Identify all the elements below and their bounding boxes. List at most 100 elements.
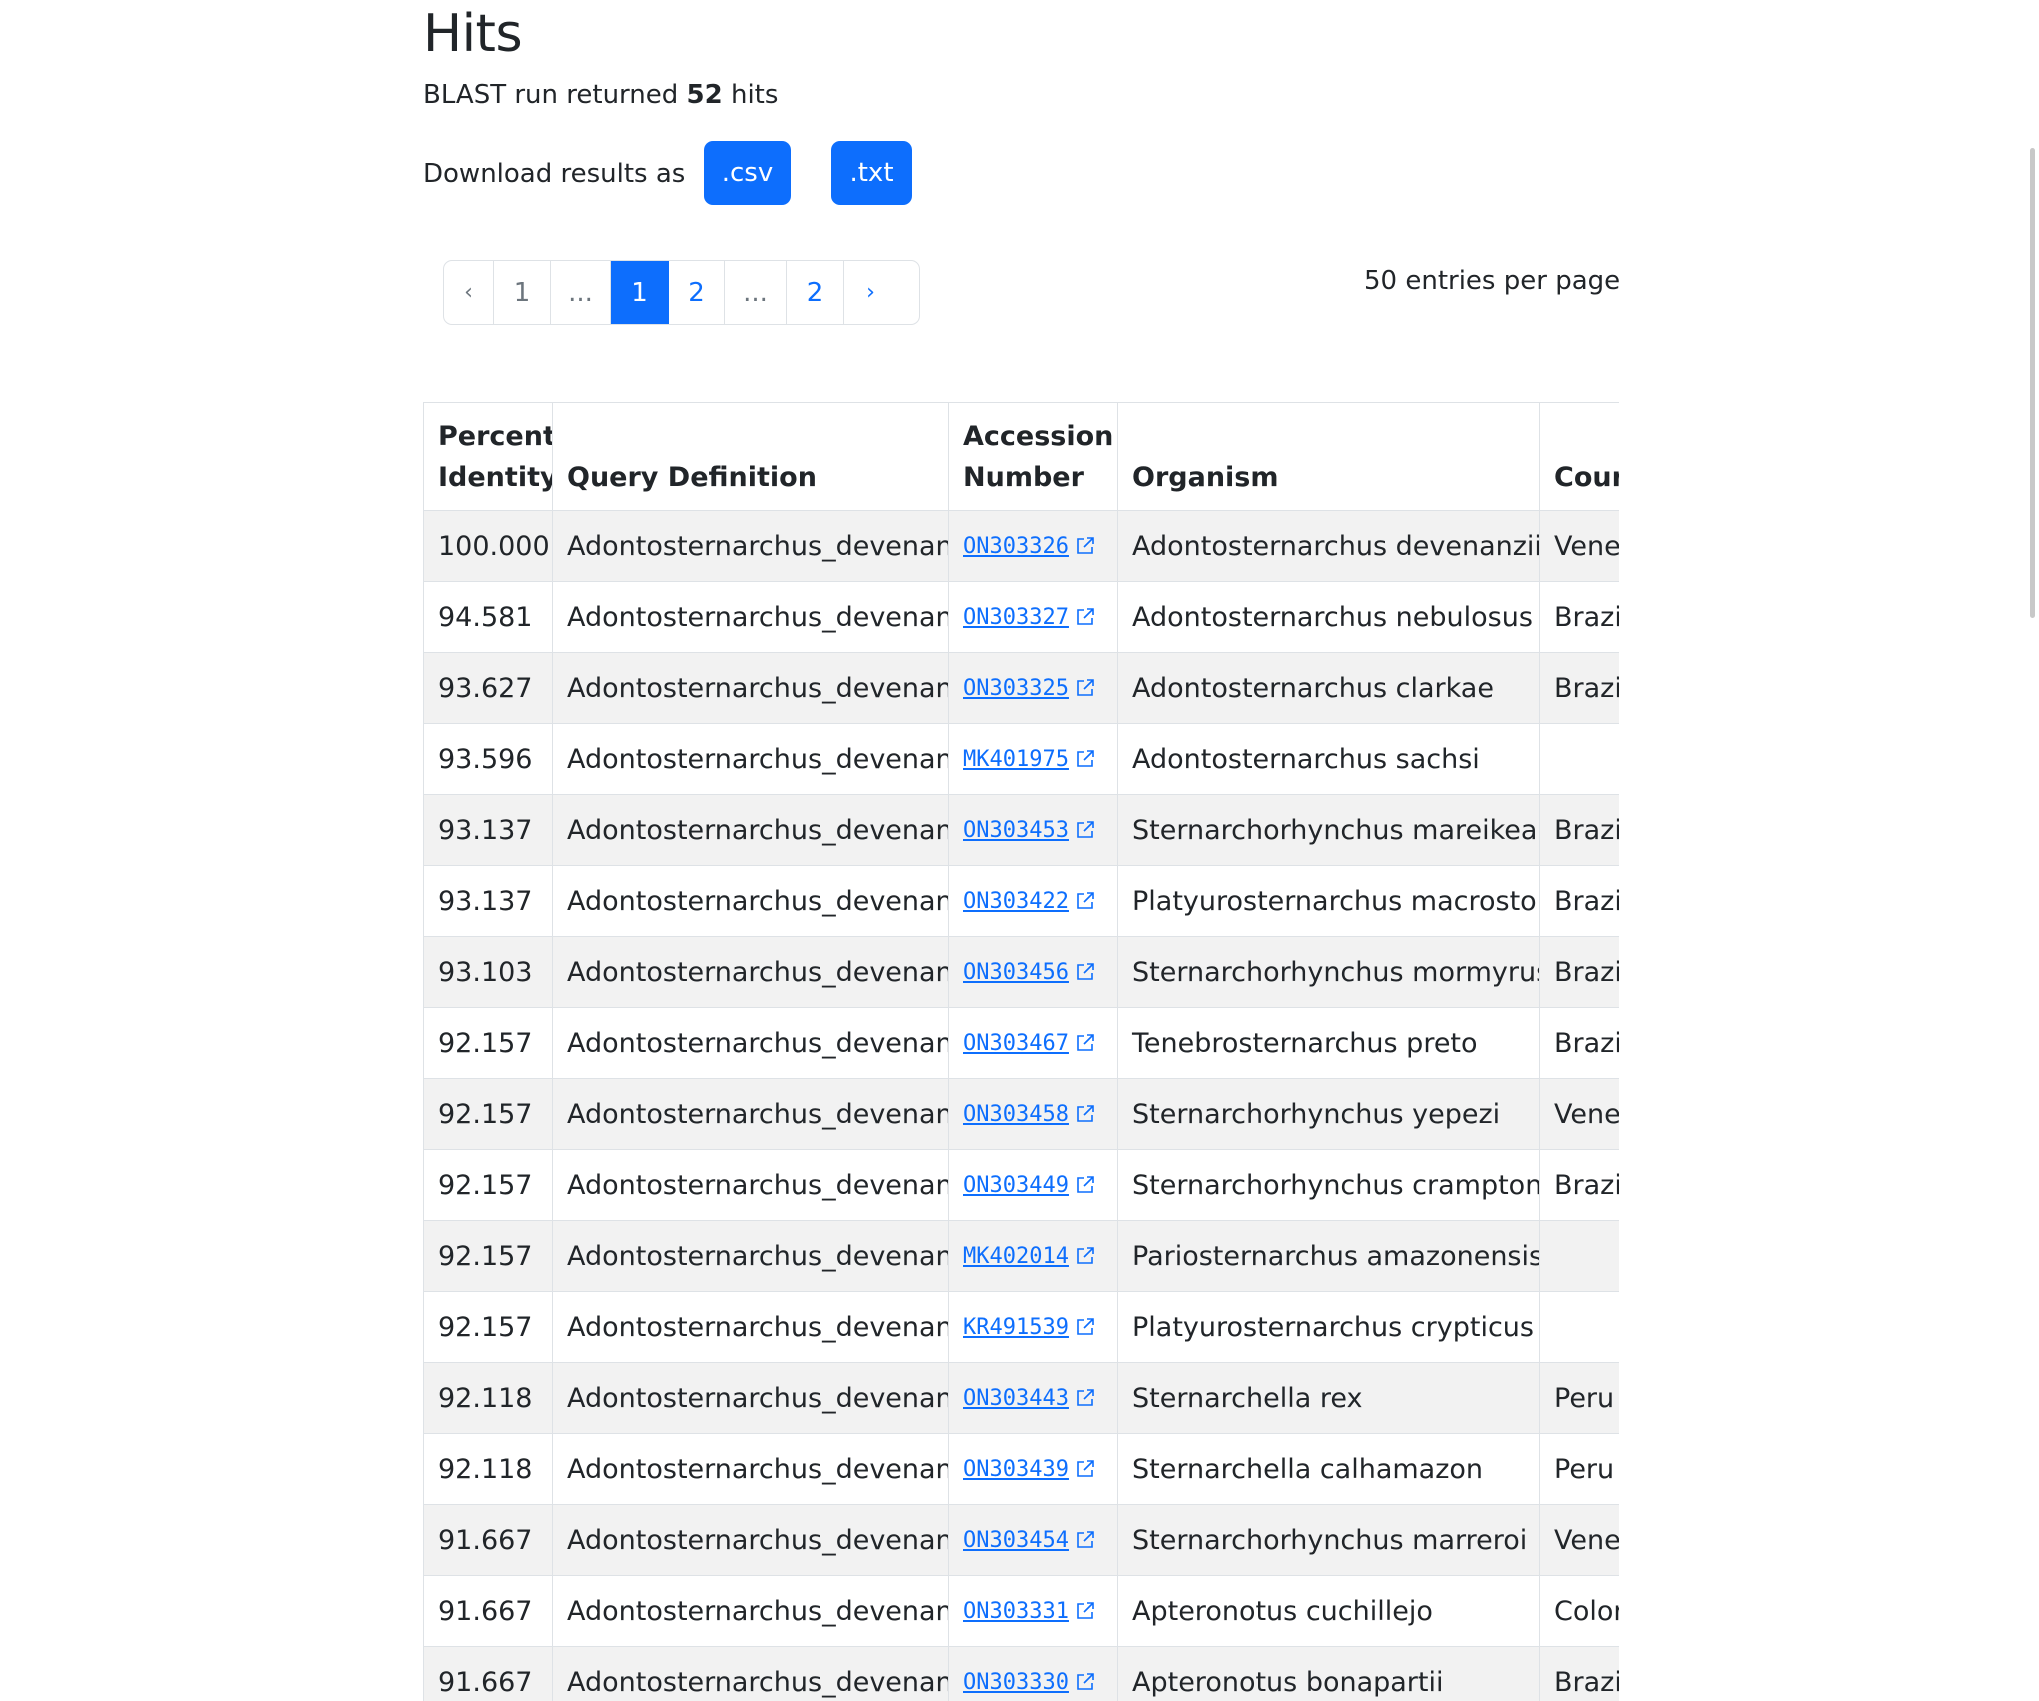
- cell-organism: Sternarchella rex: [1117, 1362, 1540, 1434]
- external-link-icon[interactable]: [1075, 1597, 1095, 1628]
- pagination-next[interactable]: ›: [844, 261, 897, 324]
- cell-accession: ON303422: [948, 865, 1118, 937]
- external-link-icon[interactable]: [1075, 958, 1095, 989]
- download-csv-button[interactable]: .csv: [704, 141, 791, 205]
- cell-organism: Sternarchorhynchus mormyrus: [1117, 936, 1540, 1008]
- cell-query-definition: Adontosternarchus_devenanzii: [552, 865, 949, 937]
- accession-link[interactable]: MK401975: [963, 747, 1069, 772]
- pagination-ellipsis: ...: [551, 261, 611, 324]
- accession-link[interactable]: ON303330: [963, 1670, 1069, 1695]
- pagination-first[interactable]: 1: [494, 261, 551, 324]
- table-row: 92.118 Adontosternarchus_devenanzii ON3034…: [423, 1362, 1619, 1434]
- cell-percent-identity: 93.137: [423, 865, 553, 937]
- cell-organism: Sternarchorhynchus yepezi: [1117, 1078, 1540, 1150]
- page-title: Hits: [423, 4, 523, 64]
- download-txt-button[interactable]: .txt: [831, 141, 912, 205]
- cell-percent-identity: 92.157: [423, 1220, 553, 1292]
- accession-link[interactable]: ON303325: [963, 676, 1069, 701]
- cell-percent-identity: 94.581: [423, 581, 553, 653]
- cell-country: Brazil: [1539, 1149, 1619, 1221]
- pagination-last[interactable]: 2: [787, 261, 844, 324]
- table-row: 91.667 Adontosternarchus_devenanzii ON3033…: [423, 1646, 1619, 1701]
- accession-link[interactable]: ON303456: [963, 960, 1069, 985]
- accession-link[interactable]: KR491539: [963, 1315, 1069, 1340]
- accession-link[interactable]: ON303454: [963, 1528, 1069, 1553]
- pagination-prev[interactable]: ‹: [444, 261, 494, 324]
- table-row: 94.581 Adontosternarchus_devenanzii ON3033…: [423, 581, 1619, 653]
- summary-prefix: BLAST run returned: [423, 80, 679, 110]
- header-organism[interactable]: Organism: [1117, 402, 1540, 511]
- external-link-icon[interactable]: [1075, 1313, 1095, 1344]
- cell-percent-identity: 93.103: [423, 936, 553, 1008]
- table-row: 92.157 Adontosternarchus_devenanzii KR4915…: [423, 1291, 1619, 1363]
- accession-link[interactable]: ON303449: [963, 1173, 1069, 1198]
- cell-organism: Platyurosternarchus crypticus: [1117, 1291, 1540, 1363]
- accession-link[interactable]: ON303458: [963, 1102, 1069, 1127]
- external-link-icon[interactable]: [1075, 532, 1095, 563]
- table-row: 93.137 Adontosternarchus_devenanzii ON3034…: [423, 865, 1619, 937]
- table-row: 92.118 Adontosternarchus_devenanzii ON3034…: [423, 1433, 1619, 1505]
- cell-query-definition: Adontosternarchus_devenanzii: [552, 794, 949, 866]
- cell-percent-identity: 91.667: [423, 1646, 553, 1701]
- external-link-icon[interactable]: [1075, 1242, 1095, 1273]
- cell-accession: MK401975: [948, 723, 1118, 795]
- header-query-definition[interactable]: Query Definition: [552, 402, 949, 511]
- cell-country: Brazil: [1539, 936, 1619, 1008]
- cell-accession: ON303331: [948, 1575, 1118, 1647]
- download-section: Download results as .csv .txt: [423, 141, 923, 205]
- external-link-icon[interactable]: [1075, 1526, 1095, 1557]
- hits-count: 52: [686, 80, 723, 110]
- accession-link[interactable]: ON303453: [963, 818, 1069, 843]
- external-link-icon[interactable]: [1075, 1384, 1095, 1415]
- cell-percent-identity: 91.667: [423, 1504, 553, 1576]
- cell-percent-identity: 93.137: [423, 794, 553, 866]
- external-link-icon[interactable]: [1075, 1171, 1095, 1202]
- cell-query-definition: Adontosternarchus_devenanzii: [552, 1007, 949, 1079]
- accession-link[interactable]: ON303422: [963, 889, 1069, 914]
- cell-accession: ON303443: [948, 1362, 1118, 1434]
- pagination-ellipsis: ...: [725, 261, 787, 324]
- pagination-current[interactable]: 1: [611, 261, 669, 324]
- cell-percent-identity: 93.627: [423, 652, 553, 724]
- header-accession-number[interactable]: Accession Number: [948, 402, 1118, 511]
- accession-link[interactable]: ON303443: [963, 1386, 1069, 1411]
- cell-organism: Sternarchorhynchus mareikeae: [1117, 794, 1540, 866]
- cell-country: Venez: [1539, 510, 1619, 582]
- accession-link[interactable]: MK402014: [963, 1244, 1069, 1269]
- external-link-icon[interactable]: [1075, 1029, 1095, 1060]
- cell-percent-identity: 92.157: [423, 1291, 553, 1363]
- cell-country: [1539, 1291, 1619, 1363]
- cell-percent-identity: 92.157: [423, 1007, 553, 1079]
- pagination-page-2[interactable]: 2: [669, 261, 725, 324]
- cell-country: Venez: [1539, 1078, 1619, 1150]
- summary-suffix: hits: [730, 80, 779, 110]
- cell-country: Brazil: [1539, 1646, 1619, 1701]
- table-row: 100.000 Adontosternarchus_devenanzii ON303…: [423, 510, 1619, 582]
- accession-link[interactable]: ON303327: [963, 605, 1069, 630]
- external-link-icon[interactable]: [1075, 1455, 1095, 1486]
- cell-organism: Sternarchorhynchus cramptoni: [1117, 1149, 1540, 1221]
- table-row: 93.103 Adontosternarchus_devenanzii ON3034…: [423, 936, 1619, 1008]
- external-link-icon[interactable]: [1075, 745, 1095, 776]
- cell-percent-identity: 92.157: [423, 1149, 553, 1221]
- external-link-icon[interactable]: [1075, 1100, 1095, 1131]
- cell-query-definition: Adontosternarchus_devenanzii: [552, 936, 949, 1008]
- external-link-icon[interactable]: [1075, 816, 1095, 847]
- external-link-icon[interactable]: [1075, 887, 1095, 918]
- accession-link[interactable]: ON303331: [963, 1599, 1069, 1624]
- cell-country: [1539, 723, 1619, 795]
- external-link-icon[interactable]: [1075, 674, 1095, 705]
- scrollbar-thumb[interactable]: [2030, 148, 2035, 618]
- cell-organism: Sternarchella calhamazon: [1117, 1433, 1540, 1505]
- header-country[interactable]: Coun: [1539, 402, 1619, 511]
- cell-accession: KR491539: [948, 1291, 1118, 1363]
- cell-country: Color: [1539, 1575, 1619, 1647]
- cell-query-definition: Adontosternarchus_devenanzii: [552, 1575, 949, 1647]
- accession-link[interactable]: ON303467: [963, 1031, 1069, 1056]
- table-row: 92.157 Adontosternarchus_devenanzii ON3034…: [423, 1007, 1619, 1079]
- accession-link[interactable]: ON303326: [963, 534, 1069, 559]
- external-link-icon[interactable]: [1075, 1668, 1095, 1699]
- header-percent-identity[interactable]: Percent Identity: [423, 402, 553, 511]
- accession-link[interactable]: ON303439: [963, 1457, 1069, 1482]
- external-link-icon[interactable]: [1075, 603, 1095, 634]
